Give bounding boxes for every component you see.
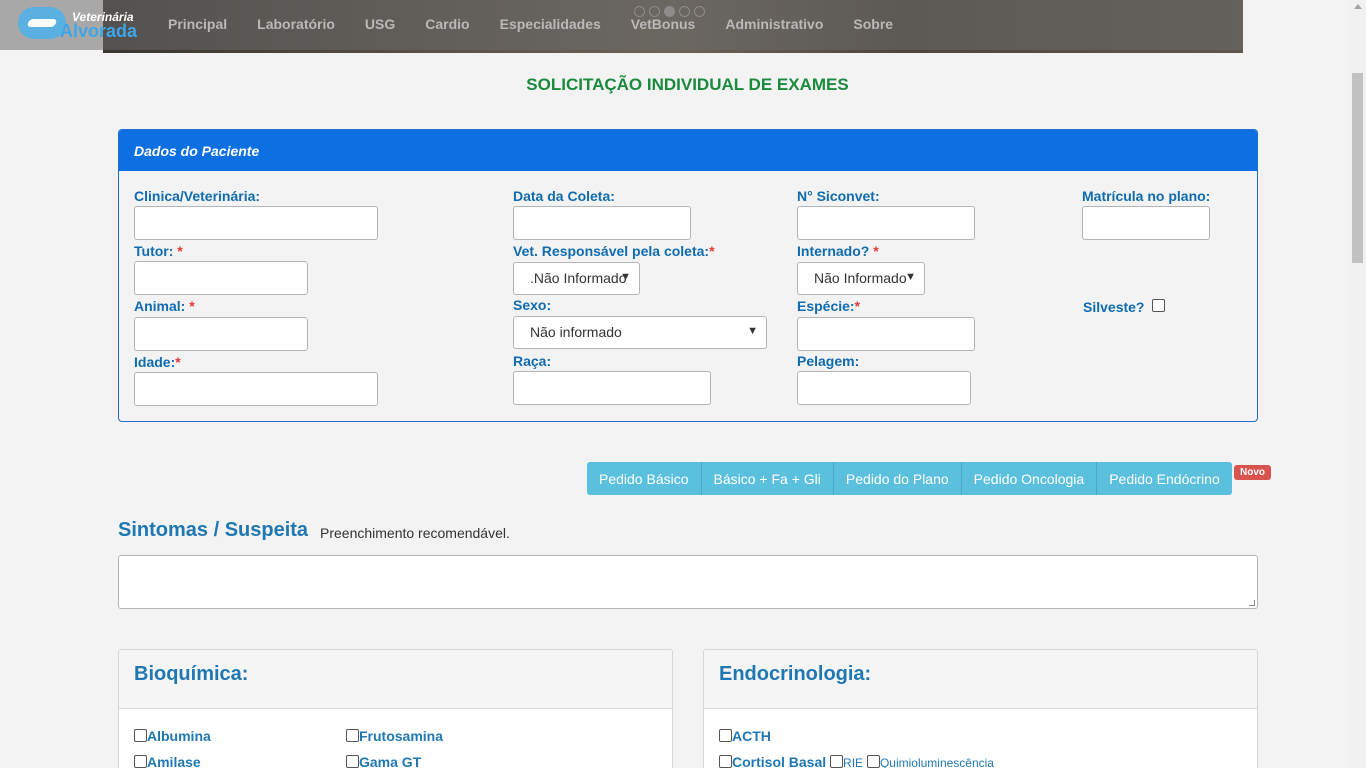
pedido-basico-button[interactable]: Pedido Básico [587, 462, 702, 495]
rie-checkbox[interactable] [830, 755, 844, 768]
nav-administrativo[interactable]: Administrativo [710, 16, 838, 32]
exam-frutosamina[interactable]: Frutosamina [346, 728, 443, 744]
especie-input[interactable] [797, 317, 975, 351]
nav-menu: Principal Laboratório USG Cardio Especia… [153, 16, 908, 32]
endocrinologia-title: Endocrinologia: [704, 650, 1257, 709]
patient-panel: Dados do Paciente Clinica/Veterinária: D… [118, 129, 1258, 422]
silvestre-checkbox[interactable] [1152, 299, 1165, 312]
logo[interactable]: Veterinária Alvorada [18, 5, 138, 41]
chevron-down-icon: ▼ [747, 325, 758, 337]
sintomas-textarea[interactable] [118, 555, 1258, 609]
animal-input[interactable] [134, 317, 308, 351]
nav-laboratorio[interactable]: Laboratório [242, 16, 350, 32]
pelagem-label: Pelagem: [797, 353, 860, 369]
nav-sobre[interactable]: Sobre [838, 16, 908, 32]
required-mark: * [189, 298, 195, 314]
chevron-down-icon: ▼ [905, 271, 916, 283]
required-mark: * [709, 243, 715, 259]
especie-label: Espécie:* [797, 298, 861, 314]
matricula-input[interactable] [1082, 206, 1210, 240]
patient-panel-title: Dados do Paciente [119, 130, 1257, 171]
idade-label: Idade:* [134, 354, 181, 370]
exam-checkbox[interactable] [134, 729, 147, 742]
pedido-plano-button[interactable]: Pedido do Plano [833, 462, 962, 495]
novo-badge: Novo [1234, 465, 1271, 480]
carousel-dot[interactable] [679, 6, 690, 17]
internado-label: Internado? * [797, 243, 879, 259]
sexo-select-value: Não informado [530, 324, 622, 340]
siconvet-label: N° Siconvet: [797, 188, 880, 204]
rie-label: RIE [843, 756, 864, 768]
logo-cloud-icon [18, 7, 66, 39]
scrollbar-thumb[interactable] [1352, 73, 1363, 263]
bioquimica-panel: Bioquímica: Albumina Frutosamina Amilase… [118, 649, 673, 768]
sintomas-title: Sintomas / Suspeita [118, 519, 309, 541]
animal-label: Animal: * [134, 298, 195, 314]
exam-gama-gt[interactable]: Gama GT [346, 754, 421, 768]
resize-handle-icon[interactable] [1249, 600, 1255, 606]
carousel-dot-active[interactable] [664, 6, 675, 17]
exam-checkbox[interactable] [719, 729, 732, 742]
quimio-checkbox[interactable] [866, 755, 880, 768]
exam-cortisol-basal[interactable]: Cortisol Basal RIE Quimioluminescência [719, 754, 994, 768]
endocrinologia-panel: Endocrinologia: ACTH Cortisol Basal RIE … [703, 649, 1258, 768]
tutor-label: Tutor: * [134, 243, 183, 259]
basico-fa-gli-button[interactable]: Básico + Fa + Gli [701, 462, 834, 495]
required-mark: * [177, 243, 183, 259]
data-coleta-label: Data da Coleta: [513, 188, 615, 204]
quimio-label: Quimioluminescência [879, 756, 994, 768]
required-mark: * [175, 354, 181, 370]
chevron-down-icon: ▼ [620, 271, 631, 283]
pelagem-input[interactable] [797, 371, 971, 405]
exam-checkbox[interactable] [346, 729, 359, 742]
data-coleta-input[interactable] [513, 206, 691, 240]
sintomas-note: Preenchimento recomendável. [320, 525, 510, 541]
navbar: Veterinária Alvorada Principal Laboratór… [0, 0, 1243, 50]
nav-vetbonus[interactable]: VetBonus [616, 16, 711, 32]
raca-label: Raça: [513, 353, 552, 369]
clinica-label: Clinica/Veterinária: [134, 188, 261, 204]
scroll-up-arrow-icon[interactable] [1354, 4, 1362, 9]
carousel-dot[interactable] [634, 6, 645, 17]
exam-checkbox[interactable] [134, 755, 147, 768]
tutor-input[interactable] [134, 261, 308, 295]
logo-line2: Alvorada [60, 21, 138, 41]
nav-cardio[interactable]: Cardio [410, 16, 484, 32]
required-mark: * [854, 298, 861, 314]
pedido-button-group: Pedido Básico Básico + Fa + Gli Pedido d… [587, 462, 1232, 495]
exam-checkbox[interactable] [719, 755, 732, 768]
nav-principal[interactable]: Principal [153, 16, 242, 32]
exam-checkbox[interactable] [346, 755, 359, 768]
exam-acth[interactable]: ACTH [719, 728, 771, 744]
nav-usg[interactable]: USG [350, 16, 410, 32]
silvestre-label: Silveste? [1083, 299, 1145, 315]
nav-especialidades[interactable]: Especialidades [485, 16, 616, 32]
required-mark: * [873, 243, 879, 259]
raca-input[interactable] [513, 371, 711, 405]
vet-select[interactable]: .Não Informado ▼ [513, 262, 640, 295]
bioquimica-title: Bioquímica: [119, 650, 672, 709]
internado-select-value: Não Informado [814, 270, 907, 286]
exam-albumina[interactable]: Albumina [134, 728, 211, 744]
clinica-input[interactable] [134, 206, 378, 240]
carousel-dot[interactable] [649, 6, 660, 17]
pedido-endocrino-button[interactable]: Pedido Endócrino [1097, 462, 1232, 495]
pedido-oncologia-button[interactable]: Pedido Oncologia [961, 462, 1098, 495]
exam-amilase[interactable]: Amilase [134, 754, 201, 768]
vet-select-value: .Não Informado [530, 270, 627, 286]
carousel-indicators [634, 6, 705, 17]
siconvet-input[interactable] [797, 206, 975, 240]
matricula-label: Matrícula no plano: [1082, 188, 1211, 204]
sexo-select[interactable]: Não informado ▼ [513, 316, 767, 349]
idade-input[interactable] [134, 372, 378, 406]
carousel-dot[interactable] [694, 6, 705, 17]
sexo-label: Sexo: [513, 297, 552, 313]
vet-label: Vet. Responsável pela coleta:* [513, 243, 715, 259]
page-title: SOLICITAÇÃO INDIVIDUAL DE EXAMES [526, 75, 849, 94]
page-scrollbar[interactable] [1349, 0, 1366, 768]
internado-select[interactable]: Não Informado ▼ [797, 262, 925, 295]
